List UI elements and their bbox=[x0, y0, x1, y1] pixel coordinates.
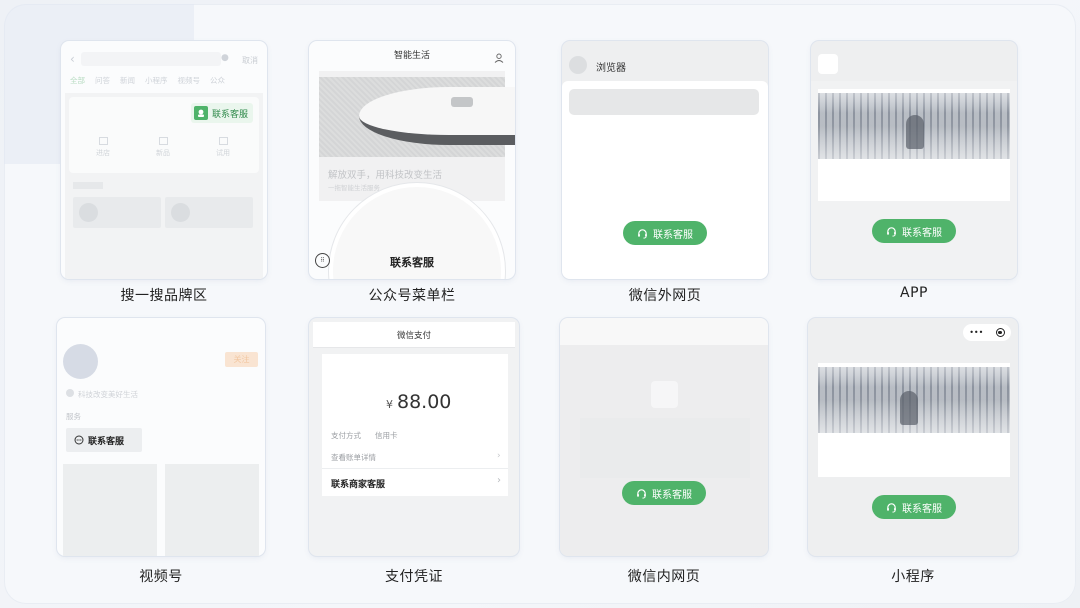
tab-all: 全部 bbox=[70, 76, 85, 85]
product-avatar bbox=[171, 203, 190, 222]
person-figure bbox=[906, 115, 924, 149]
tab-news: 新闻 bbox=[120, 76, 135, 85]
trial-entry: 试用 bbox=[216, 137, 230, 167]
card-external-web[interactable]: 浏览器 联系客服 bbox=[562, 41, 768, 279]
vacuum-body bbox=[359, 87, 515, 145]
gift-icon bbox=[158, 137, 168, 145]
tab-qa: 问答 bbox=[95, 76, 110, 85]
contact-service-button[interactable]: 联系客服 bbox=[622, 481, 706, 505]
browser-logo bbox=[569, 56, 587, 74]
search-bar bbox=[81, 52, 221, 66]
card-app[interactable]: 联系客服 bbox=[811, 41, 1017, 279]
card-channels[interactable]: 关注 科技改变美好生活 服务 联系客服 bbox=[57, 318, 265, 556]
caption-app: APP bbox=[900, 285, 928, 301]
back-chevron-icon: ‹ bbox=[70, 52, 75, 66]
card-mini-program[interactable]: ••• 联系客服 bbox=[808, 318, 1018, 556]
contact-service-button[interactable]: 联系客服 bbox=[623, 221, 707, 245]
caption-channels: 视频号 bbox=[139, 569, 183, 585]
chevron-right-icon: › bbox=[497, 475, 501, 486]
caption-search: 搜一搜品牌区 bbox=[120, 288, 208, 304]
headset-icon bbox=[638, 228, 647, 239]
chat-bubble-icon bbox=[74, 435, 84, 445]
tab-official: 公众 bbox=[210, 76, 225, 85]
channel-avatar bbox=[63, 344, 98, 379]
headset-icon bbox=[637, 488, 646, 499]
payment-amount: 88.00 bbox=[397, 391, 452, 413]
pay-method-label: 支付方式 bbox=[331, 431, 361, 440]
caption-mini-program: 小程序 bbox=[891, 569, 935, 585]
tab-channels: 视频号 bbox=[177, 76, 201, 85]
icon-row: 进店 新品 试用 bbox=[73, 137, 253, 167]
vacuum-bumper bbox=[451, 97, 473, 107]
person-figure bbox=[900, 391, 918, 425]
contact-service-button[interactable]: 联系客服 bbox=[872, 219, 956, 243]
account-title: 智能生活 bbox=[393, 51, 430, 61]
service-label: 联系客服 bbox=[212, 109, 249, 120]
robot-vacuum-image bbox=[319, 77, 515, 157]
product-card-2 bbox=[165, 197, 253, 228]
cancel-text: 取消 bbox=[242, 56, 258, 65]
app-logo bbox=[818, 54, 838, 74]
caption-wechat-web: 微信内网页 bbox=[627, 569, 701, 585]
mic-icon: ● bbox=[221, 53, 229, 63]
chevron-right-icon: › bbox=[497, 451, 501, 461]
bookstore-image bbox=[818, 367, 1010, 433]
store-entry: 进店 bbox=[96, 137, 110, 167]
card-payment-receipt[interactable]: 微信支付 ¥ 88.00 支付方式 信用卡 查看账单详情 › 联系商家客服 › bbox=[309, 318, 519, 556]
browser-title: 浏览器 bbox=[596, 63, 626, 74]
services-label: 服务 bbox=[66, 412, 81, 421]
capsule-buttons[interactable]: ••• bbox=[963, 324, 1011, 341]
pay-method-value: 信用卡 bbox=[375, 431, 398, 440]
product-card-1 bbox=[73, 197, 161, 228]
caption-browser: 微信外网页 bbox=[628, 288, 702, 304]
product-avatar bbox=[79, 203, 98, 222]
video-thumb-right bbox=[165, 464, 259, 556]
contact-merchant-row[interactable]: 联系商家客服 › bbox=[322, 468, 508, 496]
logo-placeholder bbox=[651, 381, 678, 408]
target-dot bbox=[998, 330, 1002, 334]
web-top-bar bbox=[560, 318, 768, 345]
more-icon[interactable]: ••• bbox=[969, 328, 983, 337]
channel-desc: 科技改变美好生活 bbox=[78, 390, 138, 399]
video-thumb-left bbox=[63, 464, 157, 556]
address-bar bbox=[569, 89, 759, 115]
article-sub: 一拖智能生活服务 bbox=[328, 184, 380, 192]
caption-payment: 支付凭证 bbox=[385, 569, 443, 585]
headset-icon bbox=[887, 226, 896, 237]
contact-service-button[interactable]: 联系客服 bbox=[872, 495, 956, 519]
menu-contact-service[interactable]: 联系客服 bbox=[309, 254, 515, 270]
article-card: 解放双手，用科技改变生活 一拖智能生活服务 bbox=[319, 71, 515, 201]
caption-official: 公众号菜单栏 bbox=[368, 288, 456, 304]
bill-detail-link[interactable]: 查看账单详情 bbox=[331, 452, 376, 463]
profile-icon bbox=[494, 48, 504, 63]
search-tabs: 全部 问答 新闻 小程序 视频号 公众 bbox=[70, 75, 267, 87]
follow-button[interactable]: 关注 bbox=[225, 352, 258, 367]
currency-symbol: ¥ bbox=[386, 398, 393, 411]
card-wechat-web[interactable]: 联系客服 bbox=[560, 318, 768, 556]
bookstore-image bbox=[818, 93, 1010, 159]
contact-service-button[interactable]: 联系客服 bbox=[191, 103, 253, 123]
section-label-placeholder bbox=[73, 182, 103, 189]
card-official-account-menu[interactable]: 智能生活 解放双手，用科技改变生活 一拖智能生活服务 ⠿ 联系客服 bbox=[309, 41, 515, 279]
card-search-brand-zone[interactable]: ‹ ● 取消 全部 问答 新闻 小程序 视频号 公众 联系客服 进店 新品 试用 bbox=[61, 41, 267, 279]
verified-icon bbox=[66, 389, 74, 397]
article-headline: 解放双手，用科技改变生活 bbox=[328, 170, 443, 181]
headset-icon bbox=[887, 502, 896, 513]
tab-miniprogram: 小程序 bbox=[145, 76, 168, 85]
store-icon bbox=[98, 137, 108, 145]
contact-merchant-label: 联系商家客服 bbox=[331, 480, 386, 490]
bag-icon bbox=[218, 137, 228, 145]
content-placeholder bbox=[580, 418, 750, 478]
service-icon bbox=[194, 106, 208, 120]
close-target-icon[interactable] bbox=[995, 328, 1005, 337]
new-products-entry: 新品 bbox=[156, 137, 170, 167]
payment-title: 微信支付 bbox=[396, 331, 431, 341]
contact-service-button[interactable]: 联系客服 bbox=[66, 428, 142, 452]
